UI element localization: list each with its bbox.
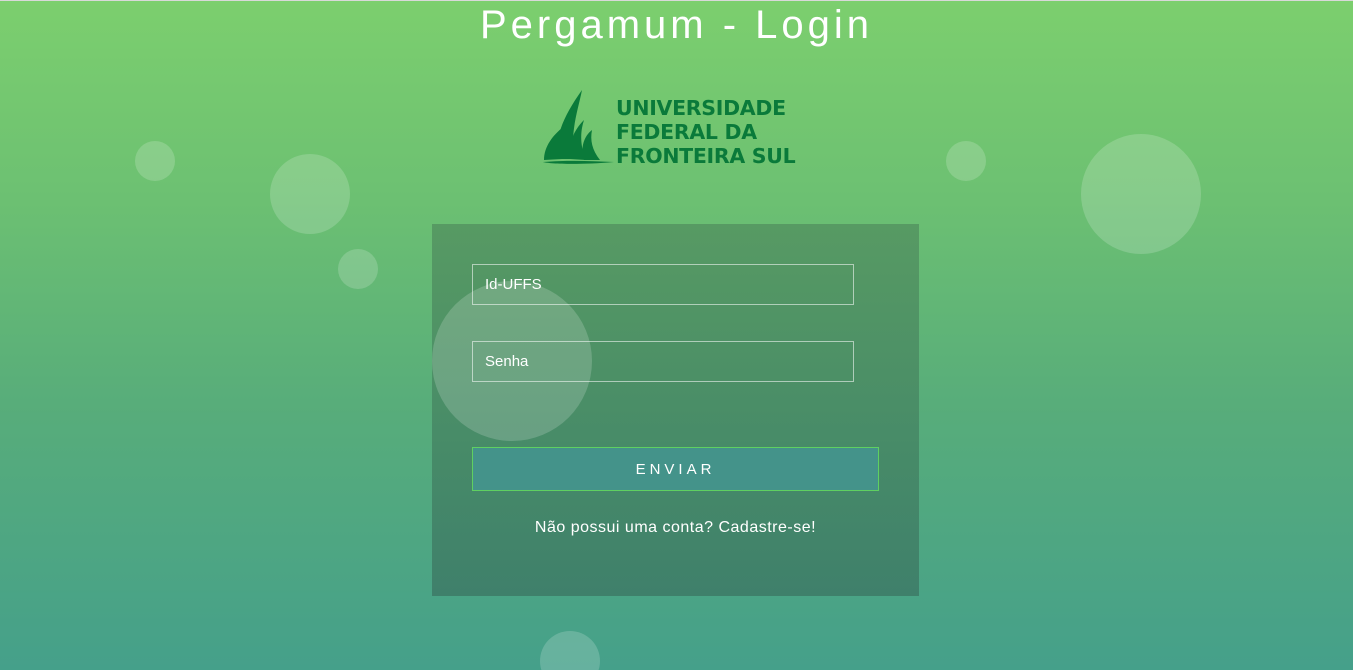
logo-line-2: FEDERAL DA xyxy=(616,120,757,144)
login-panel: ENVIAR Não possui uma conta? Cadastre-se… xyxy=(432,224,919,596)
decorative-bubble xyxy=(946,141,986,181)
logo-line-1: UNIVERSIDADE xyxy=(616,96,786,120)
submit-button[interactable]: ENVIAR xyxy=(472,447,879,491)
decorative-bubble xyxy=(270,154,350,234)
logo-wordmark: UNIVERSIDADE FEDERAL DA FRONTEIRA SUL xyxy=(616,96,796,168)
page-title: Pergamum - Login xyxy=(479,3,874,47)
logo-line-3: FRONTEIRA SUL xyxy=(616,144,796,168)
signup-link[interactable]: Não possui uma conta? Cadastre-se! xyxy=(432,519,919,537)
leaf-emblem-icon xyxy=(543,90,614,164)
decorative-bubble xyxy=(338,249,378,289)
decorative-bubble xyxy=(540,631,600,670)
university-logo: UNIVERSIDADE FEDERAL DA FRONTEIRA SUL xyxy=(540,88,808,168)
decorative-bubble xyxy=(1081,134,1201,254)
password-input[interactable] xyxy=(472,341,854,382)
decorative-bubble xyxy=(135,141,175,181)
username-input[interactable] xyxy=(472,264,854,305)
